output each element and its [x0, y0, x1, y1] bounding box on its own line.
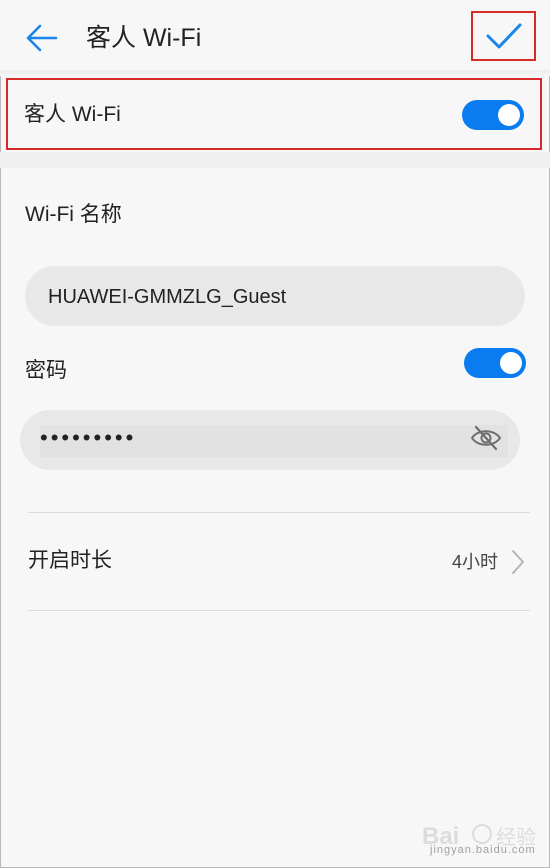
duration-value[interactable]: 4小时 — [452, 549, 498, 575]
password-toggle[interactable] — [464, 348, 526, 378]
chevron-right-icon[interactable] — [510, 548, 526, 576]
wifi-name-label: Wi-Fi 名称 — [25, 203, 122, 226]
page-title: 客人 Wi-Fi — [86, 24, 202, 52]
guest-wifi-label: 客人 Wi-Fi — [24, 103, 121, 126]
divider — [28, 512, 530, 513]
guest-wifi-row: 客人 Wi-Fi — [6, 78, 542, 150]
app-header: 客人 Wi-Fi — [0, 0, 550, 74]
guest-wifi-toggle[interactable] — [462, 100, 524, 130]
divider — [28, 610, 530, 611]
back-button[interactable] — [22, 18, 62, 58]
section-separator — [0, 152, 550, 168]
toggle-knob — [498, 104, 520, 126]
password-label: 密码 — [25, 359, 67, 382]
password-visibility-button[interactable] — [468, 421, 504, 455]
header-shadow — [0, 70, 550, 76]
wifi-name-value: HUAWEI-GMMZLG_Guest — [48, 286, 287, 308]
arrow-left-icon — [26, 24, 58, 52]
toggle-knob — [500, 352, 522, 374]
watermark-url: jingyan.baidu.com — [430, 844, 536, 856]
eye-hidden-icon — [470, 425, 502, 451]
checkmark-icon — [486, 23, 521, 49]
confirm-button[interactable] — [471, 11, 536, 61]
password-dots: ••••••••• — [40, 425, 137, 450]
duration-label: 开启时长 — [28, 549, 112, 572]
